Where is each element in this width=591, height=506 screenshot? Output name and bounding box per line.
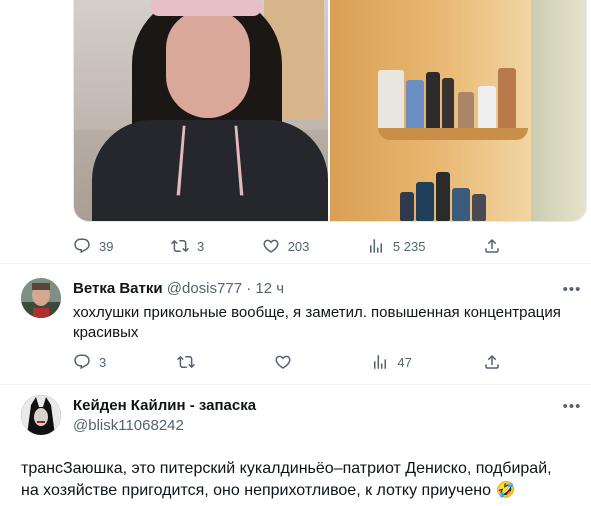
more-button[interactable]: ••• (563, 397, 581, 415)
more-icon: ••• (562, 397, 582, 415)
retweet-button[interactable]: 3 (171, 236, 204, 256)
more-button[interactable]: ••• (563, 280, 581, 298)
reply-count: 3 (99, 354, 107, 370)
views-button[interactable]: 47 (371, 352, 412, 372)
tweet-text: трансЗаюшка, это питерский кукалдиньёо–п… (21, 458, 587, 502)
photo-shelf-items-top (378, 62, 518, 130)
more-icon: ••• (562, 280, 582, 298)
handle[interactable]: @blisk11068242 (73, 417, 184, 434)
like-button[interactable]: 203 (262, 236, 310, 256)
photo-shelf-items-bottom (400, 170, 500, 221)
reply-button[interactable]: 3 (73, 352, 106, 372)
views-count: 5 235 (392, 238, 426, 254)
tweet-text-line: трансЗаюшка, это питерский кукалдиньёо–п… (21, 460, 552, 477)
reply-tweet-2[interactable]: Кейден Кайлин - запаска @blisk11068242 •… (0, 385, 591, 506)
reply-tweet-1[interactable]: Ветка Ватки @dosis777 · 12 ч ••• хохлушк… (0, 264, 591, 384)
reply-count: 39 (99, 238, 114, 254)
photo-face (166, 10, 250, 118)
top-tweet-actions: 39 3 203 5 235 (73, 236, 501, 256)
media-photo-portrait[interactable] (74, 0, 328, 221)
like-button[interactable] (274, 352, 300, 372)
heart-icon (263, 239, 279, 253)
retweet-count: 3 (196, 238, 205, 254)
reply-button[interactable]: 39 (73, 236, 113, 256)
timestamp[interactable]: 12 ч (255, 280, 284, 297)
tweet-media[interactable] (73, 0, 587, 222)
reply-icon (74, 354, 90, 370)
heart-icon (275, 355, 291, 369)
tweet-text: хохлушки прикольные вообще, я заметил. п… (73, 303, 573, 343)
author-line: Ветка Ватки @dosis777 · 12 ч (73, 280, 284, 297)
display-name[interactable]: Кейден Кайлин - запаска (73, 397, 256, 414)
share-icon (485, 354, 499, 369)
avatar-image (21, 395, 61, 435)
retweet-button[interactable] (177, 352, 203, 372)
avatar[interactable] (21, 278, 61, 318)
tweet-text-line: хохлушки прикольные вообще, я заметил. п… (73, 304, 561, 321)
photo-shelf (378, 128, 528, 140)
views-button[interactable]: 5 235 (367, 236, 426, 256)
photo-collar (176, 125, 244, 196)
author-display-name-line: Кейден Кайлин - запаска (73, 397, 256, 414)
handle[interactable]: @dosis777 (167, 280, 242, 297)
views-count: 47 (397, 354, 412, 370)
separator: · (246, 280, 252, 297)
tweet-text-line: на хозяйстве пригодится, оно неприхотлив… (21, 482, 516, 499)
views-icon (374, 355, 387, 369)
avatar[interactable] (21, 395, 61, 435)
photo-window (531, 0, 586, 221)
display-name[interactable]: Ветка Ватки (73, 280, 163, 297)
views-icon (369, 239, 382, 253)
reply-icon (74, 238, 90, 254)
like-count: 203 (287, 238, 310, 254)
share-button[interactable] (483, 352, 501, 372)
retweet-icon (171, 239, 189, 253)
retweet-icon (177, 355, 196, 369)
author-handle-line: @blisk11068242 (73, 417, 184, 434)
tweet-text-line: красивых (73, 324, 139, 341)
share-button[interactable] (483, 236, 501, 256)
media-photo-shelf[interactable] (330, 0, 586, 221)
reply-1-actions: 3 47 (73, 352, 501, 372)
photo-headband (150, 0, 262, 16)
share-icon (485, 238, 499, 253)
avatar-image (21, 278, 61, 318)
